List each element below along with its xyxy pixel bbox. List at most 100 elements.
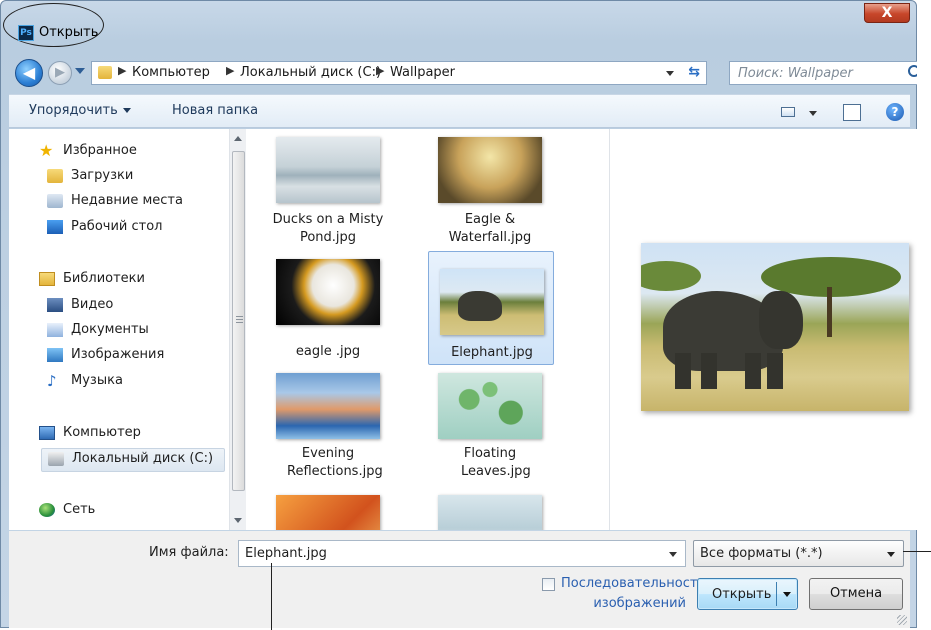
filetype-select[interactable]: Все форматы (*.*) xyxy=(693,540,904,567)
pictures-icon xyxy=(47,348,63,362)
file-item[interactable] xyxy=(265,491,391,530)
sidebar-item-recent-places[interactable]: Недавние места xyxy=(47,191,219,213)
documents-icon xyxy=(47,323,63,337)
bottom-panel: Имя файла: Elephant.jpg Все форматы (*.*… xyxy=(9,531,910,628)
file-item[interactable]: Ducks on a Misty Pond.jpg xyxy=(265,131,391,249)
sidebar-item-desktop[interactable]: Рабочий стол xyxy=(47,217,219,239)
organize-button[interactable]: Упорядочить xyxy=(29,103,131,118)
chevron-down-icon xyxy=(122,108,131,113)
sidebar-item-network[interactable]: Сеть xyxy=(39,500,219,522)
scroll-up-icon[interactable] xyxy=(234,136,242,141)
address-bar[interactable]: ▶ Компьютер ▶ Локальный диск (C:) ▶ Wall… xyxy=(91,61,707,85)
file-thumbnail xyxy=(438,495,542,530)
disk-icon xyxy=(48,452,64,466)
chevron-down-icon[interactable] xyxy=(669,552,677,557)
title-bar: Ps Открыть X xyxy=(1,1,916,47)
help-icon[interactable]: ? xyxy=(886,103,904,121)
file-name: Floating Leaves.jpg xyxy=(461,446,531,479)
search-placeholder: Поиск: Wallpaper xyxy=(738,66,853,81)
computer-icon xyxy=(39,426,55,440)
filename-input[interactable]: Elephant.jpg xyxy=(238,540,686,567)
callout-line xyxy=(271,563,272,630)
file-item[interactable]: Evening Reflections.jpg xyxy=(265,369,391,487)
history-dropdown-icon[interactable] xyxy=(75,68,85,74)
sidebar-item-music[interactable]: ♪ Музыка xyxy=(47,371,219,393)
file-item[interactable]: eagle .jpg xyxy=(265,253,391,365)
network-icon xyxy=(39,503,55,517)
back-button[interactable]: ◀ xyxy=(15,59,43,87)
open-options-dropdown-icon[interactable] xyxy=(783,592,791,597)
filename-value: Elephant.jpg xyxy=(245,546,327,561)
open-dialog-window: Ps Открыть X ◀ ▶ ▶ Компьютер ▶ Локальный… xyxy=(0,0,930,630)
sidebar-item-label: Локальный диск (C:) xyxy=(72,451,214,466)
sidebar-item-downloads[interactable]: Загрузки xyxy=(47,166,219,188)
video-icon xyxy=(47,298,63,312)
sidebar-item-libraries[interactable]: Библиотеки xyxy=(39,269,219,291)
breadcrumb-arrow-icon[interactable]: ▶ xyxy=(376,64,384,77)
photoshop-icon: Ps xyxy=(18,25,34,41)
file-thumbnail xyxy=(276,495,380,530)
file-name: Eagle & Waterfall.jpg xyxy=(448,212,532,245)
downloads-folder-icon xyxy=(47,169,63,183)
sidebar-item-video[interactable]: Видео xyxy=(47,295,219,317)
file-thumbnail xyxy=(438,137,542,203)
sidebar-item-label: Видео xyxy=(71,297,114,312)
file-list: Ducks on a Misty Pond.jpg Eagle & Waterf… xyxy=(247,129,607,530)
sidebar-item-label: Музыка xyxy=(71,373,123,388)
file-item[interactable]: Floating Leaves.jpg xyxy=(427,369,553,487)
cancel-button[interactable]: Отмена xyxy=(809,578,903,610)
window-title: Открыть xyxy=(39,25,99,40)
navigation-pane-scrollbar[interactable] xyxy=(229,129,246,530)
sidebar-item-label: Недавние места xyxy=(71,193,183,208)
sidebar-item-label: Изображения xyxy=(71,347,165,362)
breadcrumb-arrow-icon[interactable]: ▶ xyxy=(226,64,234,77)
libraries-icon xyxy=(39,272,55,286)
folder-icon xyxy=(98,66,112,79)
scroll-down-icon[interactable] xyxy=(234,518,242,523)
navigation-bar: ◀ ▶ ▶ Компьютер ▶ Локальный диск (C:) ▶ … xyxy=(9,58,927,88)
file-name: Ducks on a Misty Pond.jpg xyxy=(272,212,384,245)
file-item-selected[interactable]: Elephant.jpg xyxy=(428,251,554,365)
breadcrumb-wallpaper[interactable]: Wallpaper xyxy=(390,65,455,80)
resize-grip[interactable] xyxy=(897,615,907,625)
main-area: ★ Избранное Загрузки Недавние места Рабо… xyxy=(9,129,926,530)
address-dropdown-icon[interactable] xyxy=(666,71,674,76)
file-item[interactable] xyxy=(427,491,553,530)
star-icon: ★ xyxy=(39,141,54,160)
sidebar-item-local-disk[interactable]: Локальный диск (C:) xyxy=(41,448,225,472)
file-thumbnail xyxy=(276,137,380,203)
file-thumbnail xyxy=(276,259,380,325)
file-name: Elephant.jpg xyxy=(451,345,533,360)
preview-image xyxy=(641,243,909,411)
organize-label: Упорядочить xyxy=(29,103,118,118)
file-item[interactable]: Eagle & Waterfall.jpg xyxy=(427,131,553,249)
sidebar-item-pictures[interactable]: Изображения xyxy=(47,345,219,367)
sequence-label[interactable]: Последовательность изображений xyxy=(561,574,705,614)
breadcrumb-computer[interactable]: Компьютер xyxy=(132,65,210,80)
change-view-icon[interactable] xyxy=(781,107,795,117)
open-button[interactable]: Открыть xyxy=(697,578,798,610)
sidebar-item-label: Сеть xyxy=(63,502,96,517)
breadcrumb-local-disk[interactable]: Локальный диск (C:) xyxy=(240,65,381,80)
music-icon: ♪ xyxy=(47,372,57,390)
sidebar-item-computer[interactable]: Компьютер xyxy=(39,423,219,445)
chevron-down-icon xyxy=(887,552,895,557)
search-input[interactable]: Поиск: Wallpaper xyxy=(729,61,927,85)
forward-button[interactable]: ▶ xyxy=(48,61,72,85)
view-options-dropdown-icon[interactable] xyxy=(809,111,817,116)
scrollbar-thumb[interactable] xyxy=(232,151,245,491)
sidebar-item-label: Загрузки xyxy=(71,168,134,183)
callout-line xyxy=(903,551,931,552)
breadcrumb-arrow-icon[interactable]: ▶ xyxy=(118,64,126,77)
preview-pane-icon[interactable] xyxy=(843,104,861,121)
search-icon[interactable] xyxy=(908,65,920,77)
sidebar-item-favorites[interactable]: ★ Избранное xyxy=(39,141,219,163)
file-thumbnail xyxy=(276,373,380,439)
sidebar-item-documents[interactable]: Документы xyxy=(47,320,219,342)
close-button[interactable]: X xyxy=(864,3,910,23)
new-folder-button[interactable]: Новая папка xyxy=(172,103,258,118)
refresh-icon[interactable]: ⇆ xyxy=(688,64,700,80)
sequence-checkbox[interactable] xyxy=(542,578,555,591)
preview-pane xyxy=(609,129,926,530)
sidebar-item-label: Документы xyxy=(71,322,149,337)
